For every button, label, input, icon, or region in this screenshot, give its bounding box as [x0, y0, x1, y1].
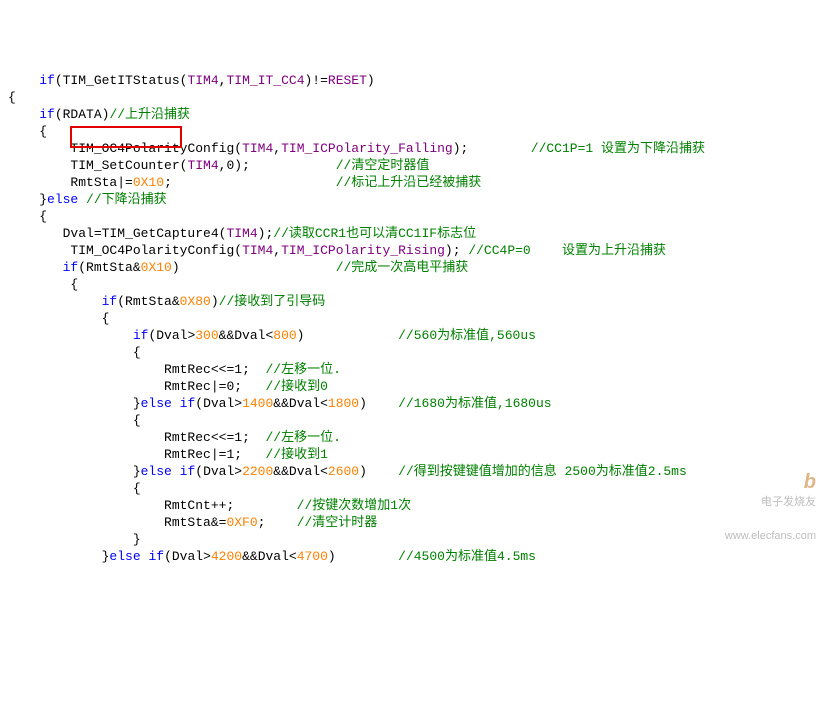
- code-line: }else if(Dval>1400&&Dval<1800) //1680为标准…: [8, 395, 814, 412]
- code-line: Dval=TIM_GetCapture4(TIM4);//读取CCR1也可以清C…: [8, 225, 814, 242]
- watermark-text1: 电子发烧友: [761, 496, 816, 508]
- code-line: {: [8, 480, 814, 497]
- code-line: if(RmtSta&0X10) //完成一次高电平捕获: [8, 259, 814, 276]
- code-line: TIM_OC4PolarityConfig(TIM4,TIM_ICPolarit…: [8, 242, 814, 259]
- code-line: {: [8, 123, 814, 140]
- code-line: if(Dval>300&&Dval<800) //560为标准值,560us: [8, 327, 814, 344]
- code-line: TIM_SetCounter(TIM4,0); //清空定时器值: [8, 157, 814, 174]
- code-line: if(TIM_GetITStatus(TIM4,TIM_IT_CC4)!=RES…: [8, 72, 814, 89]
- code-line: RmtRec<<=1; //左移一位.: [8, 361, 814, 378]
- code-line: RmtCnt++; //按键次数增加1次: [8, 497, 814, 514]
- code-line: if(RmtSta&0X80)//接收到了引导码: [8, 293, 814, 310]
- code-line: }: [8, 531, 814, 548]
- code-line: RmtSta&=0XF0; //清空计时器: [8, 514, 814, 531]
- code-line: {: [8, 310, 814, 327]
- code-line: {: [8, 276, 814, 293]
- code-line: {: [8, 89, 814, 106]
- code-line: TIM_OC4PolarityConfig(TIM4,TIM_ICPolarit…: [8, 140, 814, 157]
- watermark-text2: www.elecfans.com: [725, 530, 816, 542]
- watermark: b 电子发烧友 www.elecfans.com: [719, 457, 816, 545]
- code-line: RmtRec|=1; //接收到1: [8, 446, 814, 463]
- code-line: }else //下降沿捕获: [8, 191, 814, 208]
- code-line: RmtRec<<=1; //左移一位.: [8, 429, 814, 446]
- code-block: if(TIM_GetITStatus(TIM4,TIM_IT_CC4)!=RES…: [8, 72, 814, 565]
- code-line: }else if(Dval>2200&&Dval<2600) //得到按键键值增…: [8, 463, 814, 480]
- code-line: if(RDATA)//上升沿捕获: [8, 106, 814, 123]
- code-line: {: [8, 208, 814, 225]
- watermark-logo: b: [804, 471, 816, 493]
- code-line: RmtSta|=0X10; //标记上升沿已经被捕获: [8, 174, 814, 191]
- code-line: RmtRec|=0; //接收到0: [8, 378, 814, 395]
- code-line: {: [8, 412, 814, 429]
- code-line: {: [8, 344, 814, 361]
